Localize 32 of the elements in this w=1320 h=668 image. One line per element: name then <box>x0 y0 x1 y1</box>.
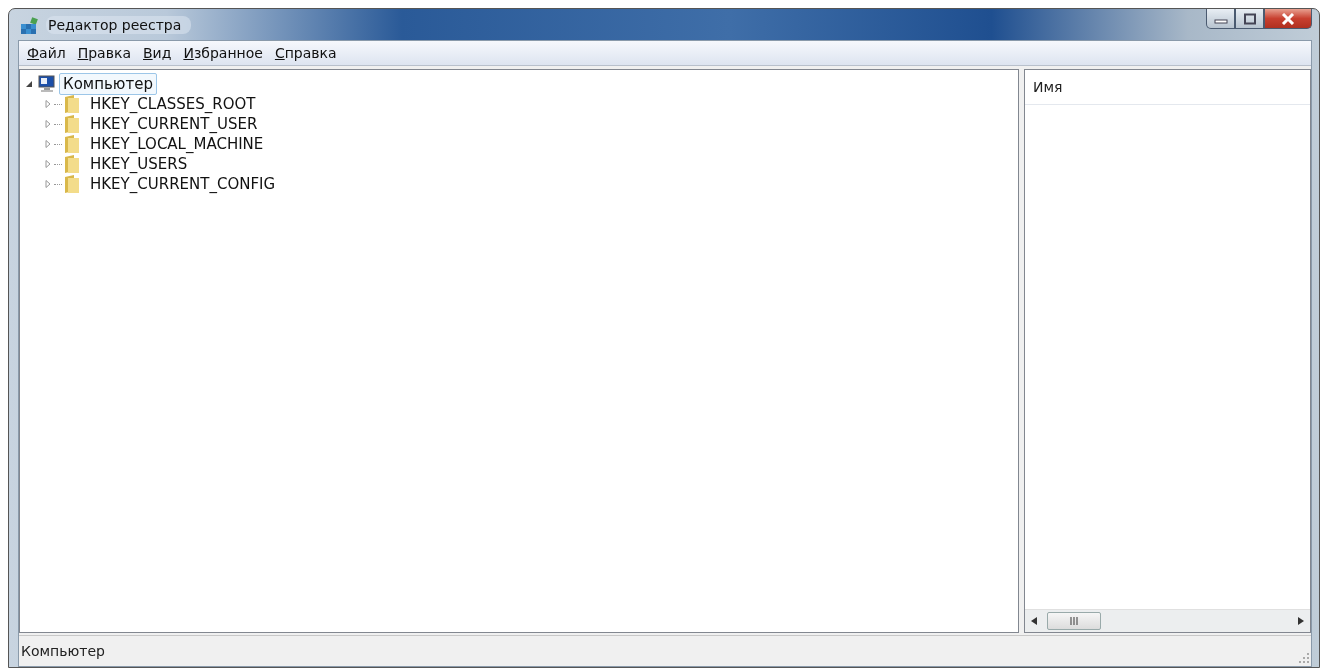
scroll-left-icon[interactable] <box>1031 617 1037 625</box>
folder-icon <box>64 114 80 134</box>
menu-item[interactable]: Справка <box>268 43 343 63</box>
maximize-icon <box>1242 12 1257 25</box>
expander-icon[interactable] <box>25 80 33 88</box>
tree-item[interactable]: HKEY_USERS <box>86 153 192 175</box>
menu-item[interactable]: Файл <box>21 43 72 63</box>
folder-icon <box>64 174 80 194</box>
resize-grip-icon[interactable] <box>1299 653 1309 663</box>
column-header[interactable]: Имя <box>1025 79 1063 95</box>
tree-item[interactable]: HKEY_CURRENT_CONFIG <box>86 173 280 195</box>
scroll-right-icon[interactable] <box>1298 617 1304 625</box>
close-button[interactable] <box>1264 9 1312 29</box>
menu-item[interactable]: Правка <box>71 43 137 63</box>
close-icon <box>1281 12 1295 25</box>
minimize-button[interactable] <box>1206 9 1235 29</box>
horizontal-scrollbar[interactable] <box>1025 609 1310 632</box>
menu-item[interactable]: Избранное <box>177 43 269 63</box>
maximize-button[interactable] <box>1235 9 1264 29</box>
folder-icon <box>64 154 80 174</box>
scroll-thumb[interactable] <box>1047 612 1101 630</box>
tree-item[interactable]: HKEY_LOCAL_MACHINE <box>86 133 268 155</box>
tree-item[interactable]: HKEY_CURRENT_USER <box>86 113 262 135</box>
menu-item[interactable]: Вид <box>137 43 178 63</box>
folder-icon <box>64 134 80 154</box>
registry-cubes-icon <box>20 14 40 35</box>
folder-icon <box>64 94 80 114</box>
computer-icon <box>36 74 56 94</box>
window-title: Редактор реестра <box>46 15 192 34</box>
tree-item[interactable]: HKEY_CLASSES_ROOT <box>86 93 260 115</box>
tree-item[interactable]: Компьютер <box>59 73 157 95</box>
status-text: Компьютер <box>21 643 105 659</box>
